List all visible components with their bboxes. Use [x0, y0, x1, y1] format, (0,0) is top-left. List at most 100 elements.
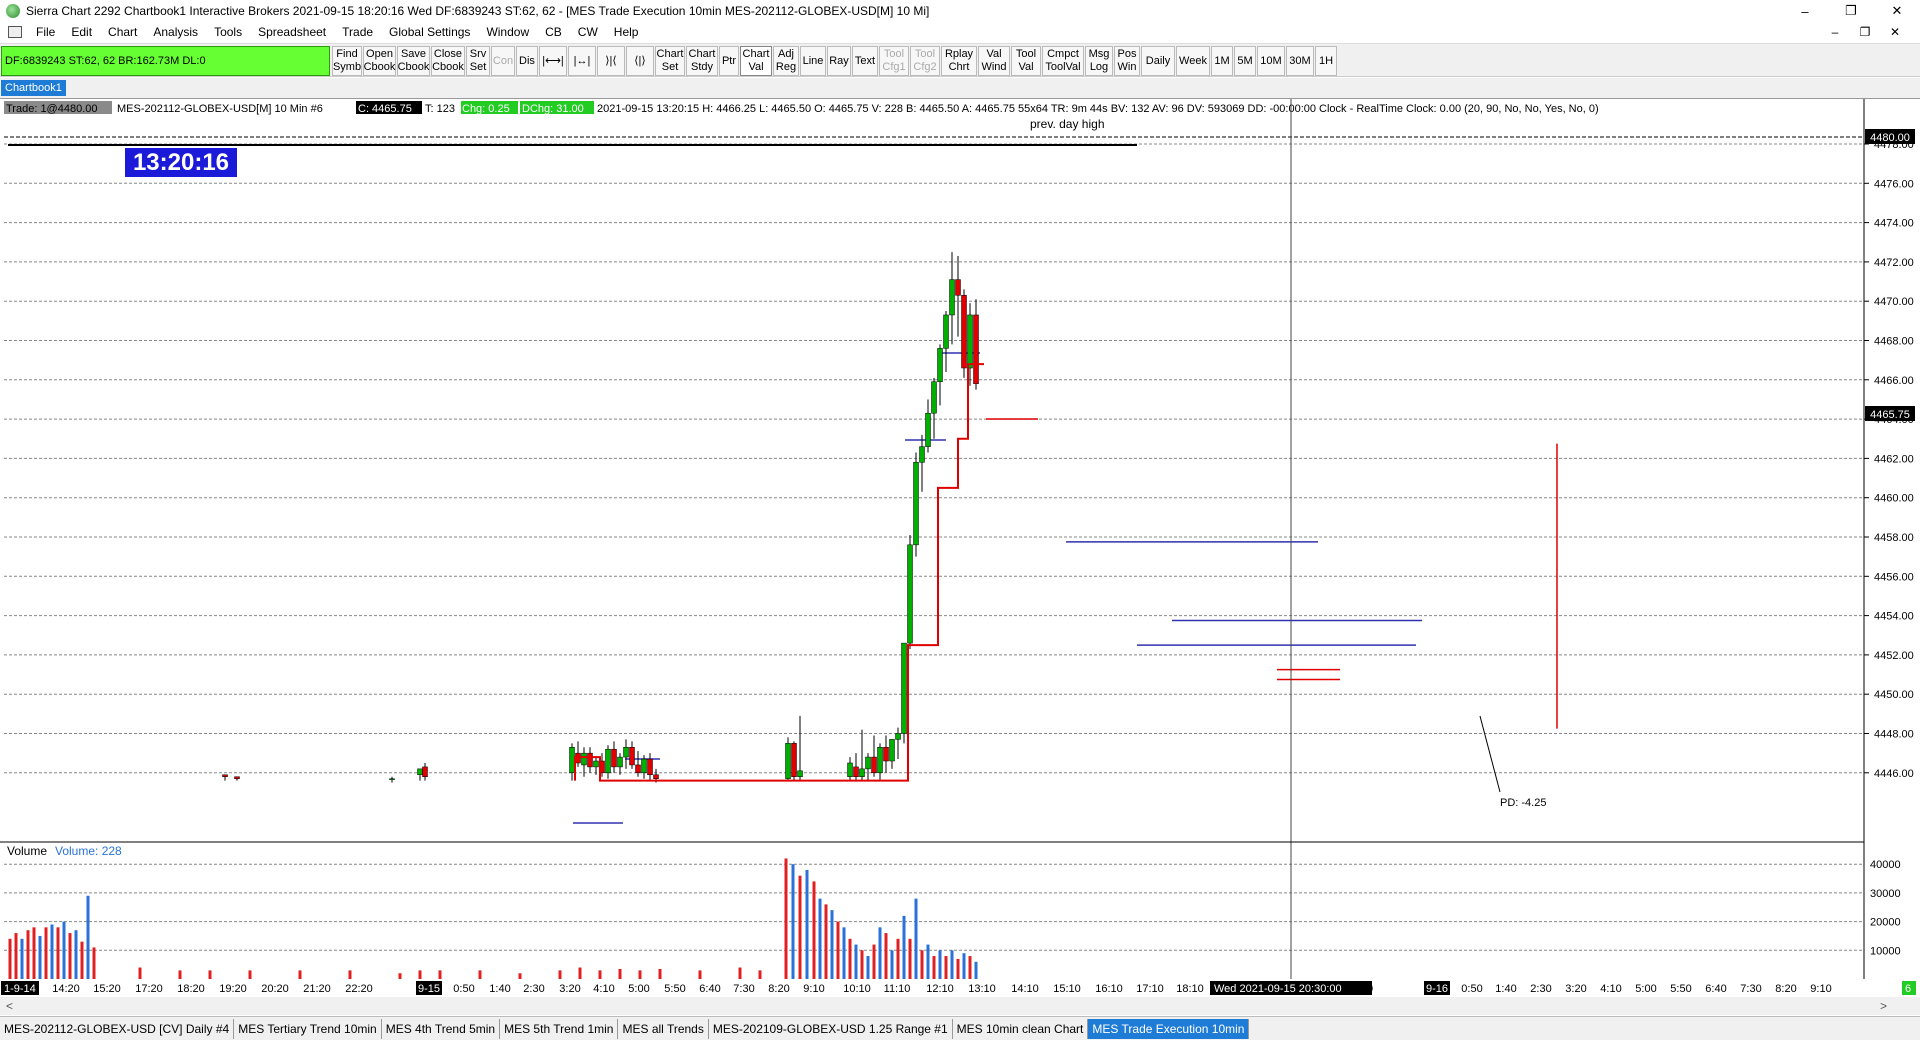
- chart-tab-2[interactable]: MES 4th Trend 5min: [382, 1018, 501, 1039]
- toolbar-button-32[interactable]: 30M: [1286, 46, 1314, 76]
- start-date-label: 1-9-14: [4, 983, 36, 995]
- toolbar-button-9[interactable]: ⟩|⟨: [597, 46, 625, 76]
- volume-bar: [872, 944, 876, 979]
- price-axis[interactable]: 4478.004476.004474.004472.004470.004468.…: [1864, 139, 1914, 780]
- menu-spreadsheet[interactable]: Spreadsheet: [250, 25, 334, 39]
- toolbar-button-30[interactable]: 5M: [1234, 46, 1256, 76]
- chart-drawings[interactable]: [573, 352, 1558, 824]
- volume-bar: [438, 970, 442, 979]
- toolbar-button-19[interactable]: Tool Cfg1: [879, 46, 909, 76]
- scroll-right-icon[interactable]: >: [1880, 999, 1887, 1013]
- toolbar-button-6[interactable]: Dis: [516, 46, 538, 76]
- menu-tools[interactable]: Tools: [206, 25, 250, 39]
- volume-axis[interactable]: 40000 30000 20000 10000: [1870, 859, 1901, 957]
- toolbar-button-2[interactable]: Save Cbook: [397, 46, 430, 76]
- chart-tab-0[interactable]: MES-202112-GLOBEX-USD [CV] Daily #4: [0, 1018, 235, 1039]
- candle-body: [895, 733, 901, 740]
- toolbar-button-8[interactable]: |↔|: [568, 46, 596, 76]
- toolbar-button-1[interactable]: Open Cbook: [363, 46, 396, 76]
- toolbar-button-4[interactable]: Srv Set: [466, 46, 490, 76]
- toolbar-button-16[interactable]: Line: [800, 46, 826, 76]
- toolbar-button-23[interactable]: Tool Val: [1011, 46, 1041, 76]
- minimize-button[interactable]: –: [1782, 0, 1828, 22]
- menu-bar: File Edit Chart Analysis Tools Spreadshe…: [0, 22, 1920, 42]
- chart-tab-6[interactable]: MES 10min clean Chart: [953, 1018, 1089, 1039]
- chart-tab-1[interactable]: MES Tertiary Trend 10min: [234, 1018, 382, 1039]
- toolbar-button-27[interactable]: Daily: [1141, 46, 1175, 76]
- volume-bar: [902, 915, 906, 979]
- menu-cw[interactable]: CW: [570, 25, 606, 39]
- toolbar-button-25[interactable]: Msg Log: [1085, 46, 1113, 76]
- candle-body: [641, 758, 647, 774]
- menu-window[interactable]: Window: [478, 25, 537, 39]
- mdi-restore-button[interactable]: ❐: [1850, 25, 1880, 39]
- menu-chart[interactable]: Chart: [100, 25, 145, 39]
- connection-status-box[interactable]: DF:6839243 ST:62, 62 BR:162.73M DL:0: [1, 46, 330, 76]
- menu-edit[interactable]: Edit: [63, 25, 100, 39]
- volume-bar: [842, 927, 846, 979]
- toolbar-button-28[interactable]: Week: [1176, 46, 1210, 76]
- menu-global-settings[interactable]: Global Settings: [381, 25, 478, 39]
- time-axis-label: 20:20: [261, 983, 289, 995]
- toolbar-button-10[interactable]: ⟨|⟩: [626, 46, 654, 76]
- volume-axis-label: 20000: [1870, 917, 1901, 929]
- toolbar-button-20[interactable]: Tool Cfg2: [910, 46, 940, 76]
- volume-bar: [658, 968, 662, 979]
- chart-tab-5[interactable]: MES-202109-GLOBEX-USD 1.25 Range #1: [709, 1018, 953, 1039]
- title-bar: Sierra Chart 2292 Chartbook1 Interactive…: [0, 0, 1920, 22]
- chart-tab-7[interactable]: MES Trade Execution 10min: [1088, 1018, 1250, 1039]
- menu-help[interactable]: Help: [606, 25, 647, 39]
- volume-bar: [398, 973, 402, 979]
- candle-body: [961, 295, 967, 369]
- toolbar-button-5[interactable]: Con: [491, 46, 515, 76]
- trailing-stop-line[interactable]: [574, 363, 984, 782]
- toolbar-button-17[interactable]: Ray: [827, 46, 851, 76]
- price-chart[interactable]: Trade: 1@4480.00 MES-202112-GLOBEX-USD[M…: [0, 99, 1920, 1017]
- chart-document-icon[interactable]: [8, 26, 22, 38]
- time-axis-label: 2:30: [1530, 983, 1551, 995]
- toolbar-button-7[interactable]: |⟷|: [539, 46, 567, 76]
- chart-tab-3[interactable]: MES 5th Trend 1min: [500, 1018, 619, 1039]
- pd-pointer-line[interactable]: [1479, 715, 1501, 793]
- toolbar-button-24[interactable]: Cmpct ToolVal: [1042, 46, 1084, 76]
- toolbar-button-12[interactable]: Chart Stdy: [686, 46, 718, 76]
- toolbar-button-18[interactable]: Text: [852, 46, 878, 76]
- pd-label: PD: -4.25: [1500, 797, 1546, 809]
- toolbar-button-15[interactable]: Adj Reg: [773, 46, 799, 76]
- menu-cb[interactable]: CB: [537, 25, 570, 39]
- toolbar-button-33[interactable]: 1H: [1315, 46, 1337, 76]
- price-axis-label: 4450.00: [1874, 689, 1914, 701]
- mdi-minimize-button[interactable]: –: [1820, 25, 1850, 39]
- horizontal-scrollbar[interactable]: [0, 997, 1920, 1015]
- time-axis-label: 11:10: [884, 983, 911, 995]
- toolbar-button-31[interactable]: 10M: [1257, 46, 1285, 76]
- time-axis-label: 6:40: [1705, 983, 1726, 995]
- candle-body: [943, 314, 949, 349]
- toolbar-button-14[interactable]: Chart Val: [740, 46, 772, 76]
- chart-tab-4[interactable]: MES all Trends: [618, 1018, 709, 1039]
- volume-bar: [798, 875, 802, 979]
- toolbar-button-0[interactable]: Find Symb: [332, 46, 362, 76]
- menu-analysis[interactable]: Analysis: [145, 25, 206, 39]
- chartbook-tab[interactable]: Chartbook1: [1, 80, 66, 96]
- time-axis-label: 16:10: [1095, 983, 1123, 995]
- toolbar-button-26[interactable]: Pos Win: [1114, 46, 1140, 76]
- menu-file[interactable]: File: [28, 25, 63, 39]
- bar-details-label: 2021-09-15 13:20:15 H: 4466.25 L: 4465.5…: [597, 103, 1599, 115]
- toolbar-button-21[interactable]: Rplay Chrt: [941, 46, 977, 76]
- toolbar-button-13[interactable]: Ptr: [719, 46, 739, 76]
- volume-bar: [784, 858, 788, 979]
- maximize-button[interactable]: ❐: [1828, 0, 1874, 22]
- menu-trade[interactable]: Trade: [334, 25, 381, 39]
- time-axis-label: 9:10: [803, 983, 824, 995]
- scroll-left-icon[interactable]: <: [6, 999, 13, 1013]
- mdi-close-button[interactable]: ✕: [1880, 25, 1910, 39]
- time-axis[interactable]: 1-9-14 9-15 Wed 2021-09-15 20:30:00 9-16 6 14…: [0, 979, 1916, 996]
- toolbar-button-29[interactable]: 1M: [1211, 46, 1233, 76]
- candle-body: [623, 747, 629, 758]
- chart-region[interactable]: Trade: 1@4480.00 MES-202112-GLOBEX-USD[M…: [0, 98, 1920, 1016]
- toolbar-button-11[interactable]: Chart Set: [655, 46, 685, 76]
- toolbar-button-22[interactable]: Val Wind: [978, 46, 1010, 76]
- toolbar-button-3[interactable]: Close Cbook: [431, 46, 465, 76]
- close-button[interactable]: ✕: [1874, 0, 1920, 22]
